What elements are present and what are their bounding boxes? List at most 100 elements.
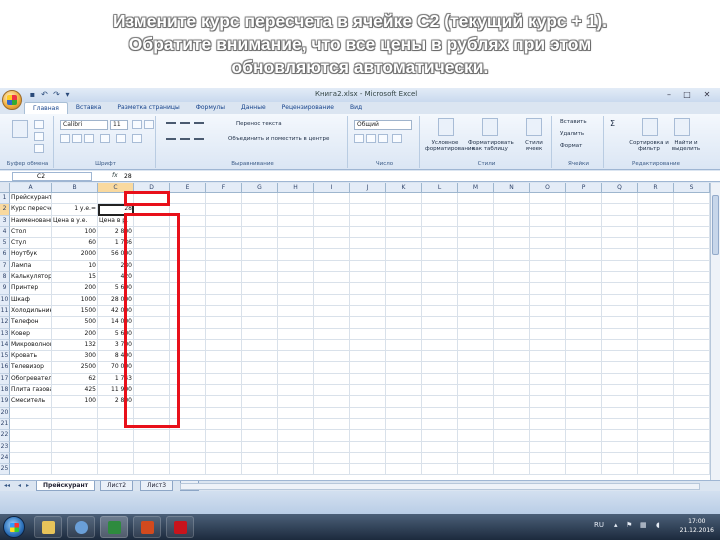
cell-i15[interactable] [314, 351, 350, 363]
cell-m14[interactable] [458, 339, 494, 352]
cell-b24[interactable] [52, 452, 98, 465]
cell-f20[interactable] [206, 407, 242, 419]
cell-m24[interactable] [458, 452, 494, 465]
vertical-scrollbar[interactable] [710, 183, 720, 480]
cell-b23[interactable] [52, 441, 98, 453]
cell-a22[interactable] [10, 430, 52, 442]
cell-j17[interactable] [350, 373, 386, 386]
cell-i2[interactable] [314, 204, 350, 216]
cell-f5[interactable] [206, 238, 242, 250]
cell-s10[interactable] [674, 294, 710, 306]
cell-d21[interactable] [134, 418, 170, 431]
number-format-select[interactable]: Общий [354, 120, 412, 130]
cell-j3[interactable] [350, 215, 386, 227]
name-box[interactable]: C2 [12, 172, 92, 181]
cell-n23[interactable] [494, 441, 530, 453]
cell-g13[interactable] [242, 328, 278, 340]
conditional-format-icon[interactable] [438, 118, 454, 136]
cell-k12[interactable] [386, 317, 422, 329]
cell-k22[interactable] [386, 430, 422, 442]
format-painter-icon[interactable] [34, 144, 44, 153]
cell-h21[interactable] [278, 418, 314, 431]
cell-q7[interactable] [602, 260, 638, 273]
cell-d11[interactable] [134, 305, 170, 318]
column-header-m[interactable]: M [458, 183, 494, 193]
cell-m11[interactable] [458, 305, 494, 318]
cell-r8[interactable] [638, 272, 674, 284]
cell-f2[interactable] [206, 204, 242, 216]
cell-i13[interactable] [314, 328, 350, 340]
cell-j6[interactable] [350, 249, 386, 261]
row-header[interactable]: 6 [0, 249, 10, 261]
column-header-b[interactable]: B [52, 183, 98, 193]
cell-g23[interactable] [242, 441, 278, 453]
cell-k14[interactable] [386, 339, 422, 352]
cell-r5[interactable] [638, 238, 674, 250]
cell-i18[interactable] [314, 385, 350, 397]
cell-i4[interactable] [314, 226, 350, 239]
cell-j14[interactable] [350, 339, 386, 352]
cell-p7[interactable] [566, 260, 602, 273]
cell-k5[interactable] [386, 238, 422, 250]
cell-l10[interactable] [422, 294, 458, 306]
cell-g19[interactable] [242, 396, 278, 408]
cell-e15[interactable] [170, 351, 206, 363]
cell-r7[interactable] [638, 260, 674, 273]
next-sheet-icon[interactable]: ▸ [26, 482, 29, 489]
cell-s5[interactable] [674, 238, 710, 250]
cell-b2[interactable]: 1 у.е.= [52, 204, 98, 216]
column-header-e[interactable]: E [170, 183, 206, 193]
cell-a20[interactable] [10, 407, 52, 419]
cell-o21[interactable] [530, 418, 566, 431]
cell-i20[interactable] [314, 407, 350, 419]
cell-g6[interactable] [242, 249, 278, 261]
align-middle-icon[interactable] [180, 122, 190, 124]
cell-l7[interactable] [422, 260, 458, 273]
cell-e5[interactable] [170, 238, 206, 250]
cell-m7[interactable] [458, 260, 494, 273]
cell-j18[interactable] [350, 385, 386, 397]
cell-l8[interactable] [422, 272, 458, 284]
cell-l22[interactable] [422, 430, 458, 442]
cell-b22[interactable] [52, 430, 98, 442]
cell-p14[interactable] [566, 339, 602, 352]
copy-icon[interactable] [34, 132, 44, 141]
cell-q22[interactable] [602, 430, 638, 442]
cell-l11[interactable] [422, 305, 458, 318]
cell-b21[interactable] [52, 418, 98, 431]
cell-r20[interactable] [638, 407, 674, 419]
cell-a14[interactable]: Микроволновая печь [10, 339, 52, 352]
horizontal-scrollbar[interactable] [180, 483, 700, 490]
cell-s20[interactable] [674, 407, 710, 419]
cell-c6[interactable]: 56 000 [98, 249, 134, 261]
row-header[interactable]: 2 [0, 204, 10, 216]
comma-icon[interactable] [378, 134, 388, 143]
cell-j25[interactable] [350, 464, 386, 476]
cell-h22[interactable] [278, 430, 314, 442]
cell-q13[interactable] [602, 328, 638, 340]
cell-q3[interactable] [602, 215, 638, 227]
cell-g18[interactable] [242, 385, 278, 397]
cell-f9[interactable] [206, 283, 242, 295]
cell-j20[interactable] [350, 407, 386, 419]
column-header-j[interactable]: J [350, 183, 386, 193]
sheet-tab-2[interactable]: Лист2 [100, 481, 134, 491]
increase-decimal-icon[interactable] [392, 134, 402, 143]
cell-l21[interactable] [422, 418, 458, 431]
cell-d5[interactable] [134, 238, 170, 250]
cell-e4[interactable] [170, 226, 206, 239]
cell-c11[interactable]: 42 000 [98, 305, 134, 318]
select-all-corner[interactable] [0, 183, 10, 193]
cell-d7[interactable] [134, 260, 170, 273]
cell-d22[interactable] [134, 430, 170, 442]
cell-e25[interactable] [170, 464, 206, 476]
cell-q8[interactable] [602, 272, 638, 284]
cell-p17[interactable] [566, 373, 602, 386]
cell-h23[interactable] [278, 441, 314, 453]
cell-i12[interactable] [314, 317, 350, 329]
cell-s4[interactable] [674, 226, 710, 239]
grow-font-icon[interactable] [132, 120, 142, 129]
cell-d17[interactable] [134, 373, 170, 386]
clock[interactable]: 17:00 21.12.2016 [680, 517, 714, 535]
cell-e11[interactable] [170, 305, 206, 318]
